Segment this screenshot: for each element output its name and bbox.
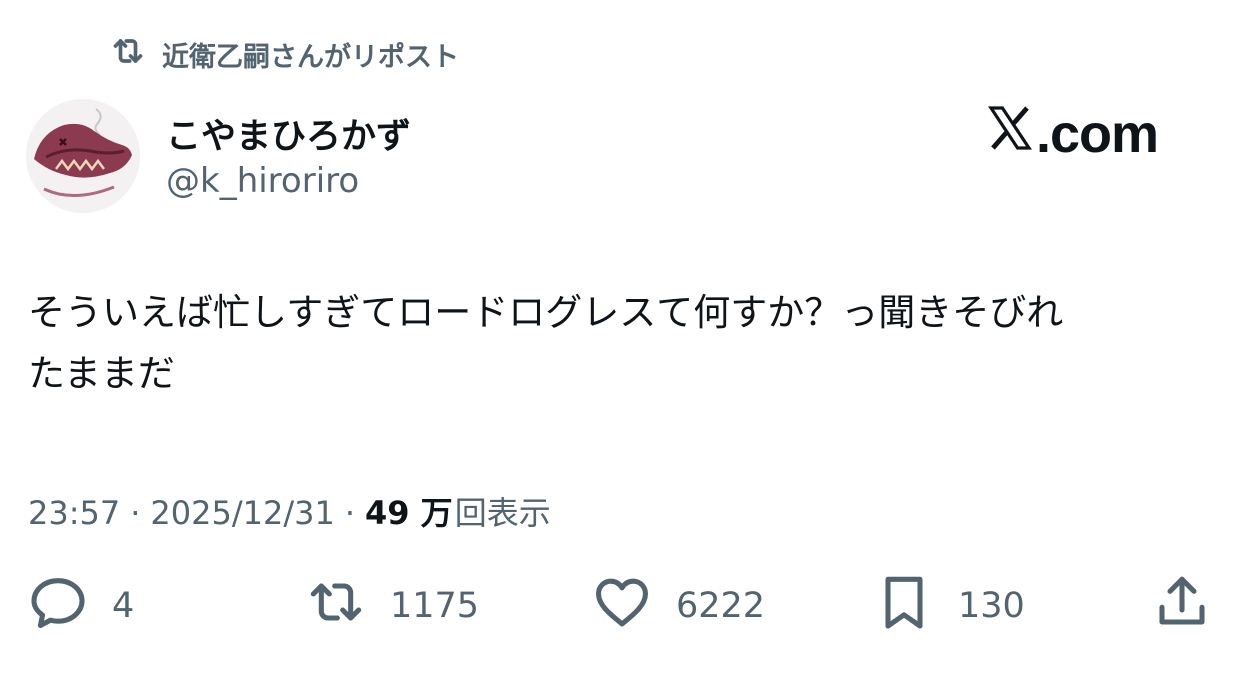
repost-count: 1175 bbox=[390, 586, 480, 626]
bookmark-button[interactable]: 130 bbox=[872, 574, 1025, 638]
repost-icon bbox=[108, 31, 148, 78]
repost-icon bbox=[304, 570, 368, 643]
repost-button[interactable]: 1175 bbox=[304, 574, 479, 638]
author-display-name[interactable]: こやまひろかず bbox=[166, 108, 411, 159]
author-handle[interactable]: @k_hiroriro bbox=[166, 161, 359, 201]
repost-label: 近衛乙嗣さんがリポスト bbox=[162, 41, 459, 73]
tweet-date[interactable]: 2025/12/31 bbox=[150, 494, 334, 532]
meta-separator: · bbox=[344, 494, 355, 532]
reply-icon bbox=[26, 570, 90, 643]
brand-label: .com bbox=[1036, 104, 1159, 164]
repost-indicator[interactable]: 近衛乙嗣さんがリポスト bbox=[108, 34, 459, 74]
reply-count: 4 bbox=[112, 586, 135, 626]
tweet-text-line-1: そういえば忙しすぎてロードログレスて何すか？っ聞きそびれ bbox=[28, 291, 1064, 334]
reply-button[interactable]: 4 bbox=[26, 574, 134, 638]
views-label: 回表示 bbox=[454, 494, 551, 532]
bookmark-icon bbox=[872, 570, 936, 643]
like-button[interactable]: 6222 bbox=[590, 574, 765, 638]
share-icon bbox=[1150, 570, 1214, 643]
brand-watermark: .com bbox=[986, 102, 1159, 166]
tweet-text-line-2: たままだ bbox=[28, 352, 175, 395]
heart-icon bbox=[590, 570, 654, 643]
share-button[interactable] bbox=[1150, 574, 1214, 638]
bookmark-count: 130 bbox=[958, 586, 1025, 626]
avatar[interactable] bbox=[26, 99, 140, 213]
tweet-text: そういえば忙しすぎてロードログレスて何すか？っ聞きそびれ たままだ bbox=[28, 282, 1218, 404]
meta-separator: · bbox=[130, 494, 141, 532]
like-count: 6222 bbox=[676, 586, 766, 626]
x-logo-icon bbox=[986, 103, 1036, 165]
tweet-meta: 23:57 · 2025/12/31 · 49 万 回表示 bbox=[28, 488, 551, 534]
views-count[interactable]: 49 万 bbox=[365, 488, 453, 534]
tweet-time[interactable]: 23:57 bbox=[28, 494, 120, 532]
